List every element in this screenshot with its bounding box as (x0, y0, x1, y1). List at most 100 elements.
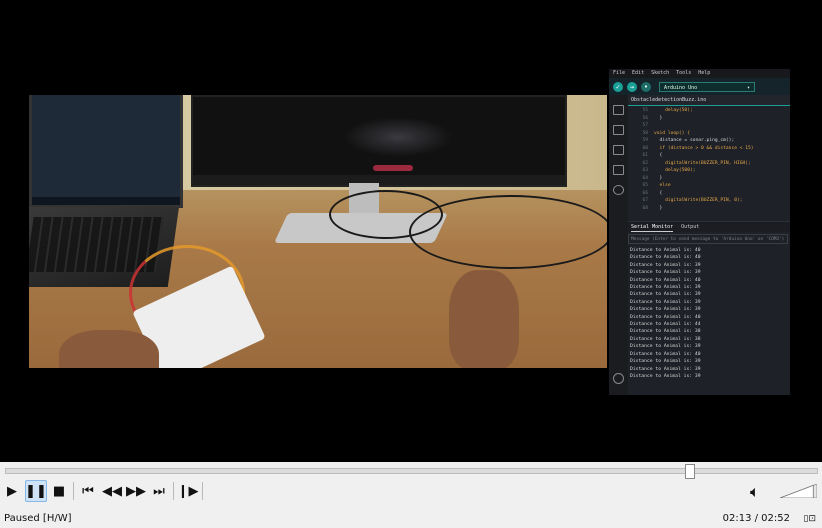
code-line: 56 } (628, 115, 790, 123)
rewind-button[interactable]: ◀◀ (101, 480, 123, 502)
code-text: digitalWrite(BUZZER_PIN, HIGH); (654, 160, 751, 166)
line-number: 66 (642, 190, 648, 196)
line-number: 59 (642, 138, 648, 143)
monitor-highlight (373, 165, 413, 171)
serial-line: Distance to Animal is: 40 (630, 314, 701, 320)
serial-line: Distance to Animal is: 39 (630, 285, 701, 291)
seek-bar[interactable] (5, 464, 818, 479)
playback-status: Paused [H/W] (4, 513, 72, 524)
line-number: 67 (642, 198, 648, 203)
code-text: else (654, 183, 671, 188)
divider (73, 482, 74, 500)
next-button[interactable]: ⏭ (148, 480, 170, 502)
code-line: 67 digitalWrite(BUZZER_PIN, 0); (628, 197, 790, 205)
laptop-taskbar (32, 197, 180, 205)
code-editor: 55 delay(50); 56 } 57 58 void loop() {59 dis… (628, 107, 790, 219)
seek-progress (6, 469, 690, 473)
serial-line: Distance to Animal is: 39 (630, 299, 701, 305)
serial-line: Distance to Animal is: 39 (630, 292, 701, 298)
search-icon (613, 185, 624, 195)
video-area[interactable]: File Edit Sketch Tools Help ✓ → • Arduino Un… (0, 0, 822, 462)
line-number: 58 (642, 130, 648, 136)
serial-line: Distance to Animal is: 39 (630, 373, 701, 379)
code-line: 60 if (distance > 0 && distance < 15) (628, 145, 790, 153)
folder-icon (613, 105, 624, 115)
ide-menu-item: Tools (676, 70, 692, 76)
skip-back-icon: ⏮ (82, 483, 94, 499)
debug-icon: • (641, 81, 651, 92)
previous-button[interactable]: ⏮ (77, 480, 99, 502)
line-number: 60 (642, 145, 648, 151)
sketch-tab: ObstacledetectionBuzz.ino (628, 95, 790, 106)
mute-button[interactable]: 🔈︎ (750, 482, 760, 502)
hand (59, 330, 159, 368)
desktop-monitor (191, 95, 567, 187)
account-icon (613, 373, 624, 384)
serial-line: Distance to Animal is: 44 (630, 322, 701, 328)
line-number: 57 (642, 123, 648, 128)
code-line: 65 else (628, 182, 790, 190)
arduino-ide-overlay: File Edit Sketch Tools Help ✓ → • Arduino Un… (609, 69, 790, 395)
code-line: 58 void loop() { (628, 130, 790, 138)
pause-button[interactable]: ❚❚ (25, 480, 47, 502)
code-text: } (654, 205, 663, 211)
code-text: distance = sonar.ping_cm(); (654, 138, 735, 143)
hand (449, 270, 519, 368)
seek-thumb[interactable] (685, 464, 696, 479)
serial-line: Distance to Animal is: 39 (630, 307, 701, 313)
time-display[interactable]: 02:13 / 02:52 (723, 510, 790, 528)
fast-forward-button[interactable]: ▶▶ (125, 480, 147, 502)
ide-menubar: File Edit Sketch Tools Help (609, 69, 790, 78)
code-text: void loop() { (654, 130, 690, 136)
board-selector: Arduino Uno ▾ (659, 81, 755, 92)
play-button[interactable]: ▶ (1, 480, 23, 502)
line-number: 65 (642, 183, 648, 188)
stop-icon: ■ (52, 483, 66, 499)
verify-icon: ✓ (613, 81, 623, 92)
fast-forward-icon: ▶▶ (126, 483, 146, 499)
upload-icon: → (627, 81, 637, 92)
line-number: 61 (642, 153, 648, 158)
status-bar: Paused [H/W] 02:13 / 02:52 ▯⊡ (0, 510, 822, 528)
chevron-down-icon: ▾ (746, 84, 750, 91)
line-number: 62 (642, 160, 648, 166)
serial-line: Distance to Animal is: 40 (630, 248, 701, 253)
line-number: 68 (642, 205, 648, 211)
library-icon (613, 145, 624, 155)
code-text: delay(50); (654, 108, 693, 113)
rewind-icon: ◀◀ (102, 483, 122, 499)
ide-toolbar: ✓ → • Arduino Uno ▾ (609, 78, 790, 95)
ide-menu-item: Edit (632, 70, 645, 76)
serial-line: Distance to Animal is: 38 (630, 336, 701, 342)
ide-menu-item: Sketch (651, 70, 670, 76)
ide-sidebar (609, 95, 628, 395)
monitor-image (343, 117, 453, 157)
aspect-ratio-icon[interactable]: ▯⊡ (804, 510, 817, 528)
serial-output: Distance to Animal is: 40 Distance to Ani… (628, 247, 792, 387)
serial-line: Distance to Animal is: 40 (630, 351, 701, 357)
play-icon: ▶ (7, 483, 17, 499)
line-number: 63 (642, 168, 648, 173)
panel-tabs: Serial Monitor Output (628, 221, 790, 232)
line-number: 56 (642, 115, 648, 121)
code-line: 55 delay(50); (628, 107, 790, 115)
frame-step-icon: ❙▶ (177, 483, 199, 499)
stop-button[interactable]: ■ (48, 480, 70, 502)
serial-line: Distance to Animal is: 39 (630, 262, 701, 268)
code-text: } (654, 175, 663, 181)
player-controls: ▶ ❚❚ ■ ⏮ ◀◀ ▶▶ ⏭ ❙▶ 🔈︎ Paused [H/W] 02:1… (0, 462, 822, 528)
code-text: { (654, 153, 663, 158)
code-line: 64 } (628, 175, 790, 183)
volume-slider[interactable] (780, 484, 817, 498)
code-line: 62 digitalWrite(BUZZER_PIN, HIGH); (628, 160, 790, 168)
serial-line: Distance to Animal is: 39 (630, 359, 701, 365)
serial-line: Distance to Animal is: 40 (630, 255, 701, 261)
code-text: if (distance > 0 && distance < 15) (654, 145, 754, 151)
monitor-taskbar (193, 175, 565, 185)
code-text: delay(500); (654, 168, 696, 173)
code-line: 66 { (628, 190, 790, 198)
divider (173, 482, 174, 500)
code-line: 57 (628, 122, 790, 130)
video-frame (29, 95, 607, 368)
frame-step-button[interactable]: ❙▶ (177, 480, 199, 502)
